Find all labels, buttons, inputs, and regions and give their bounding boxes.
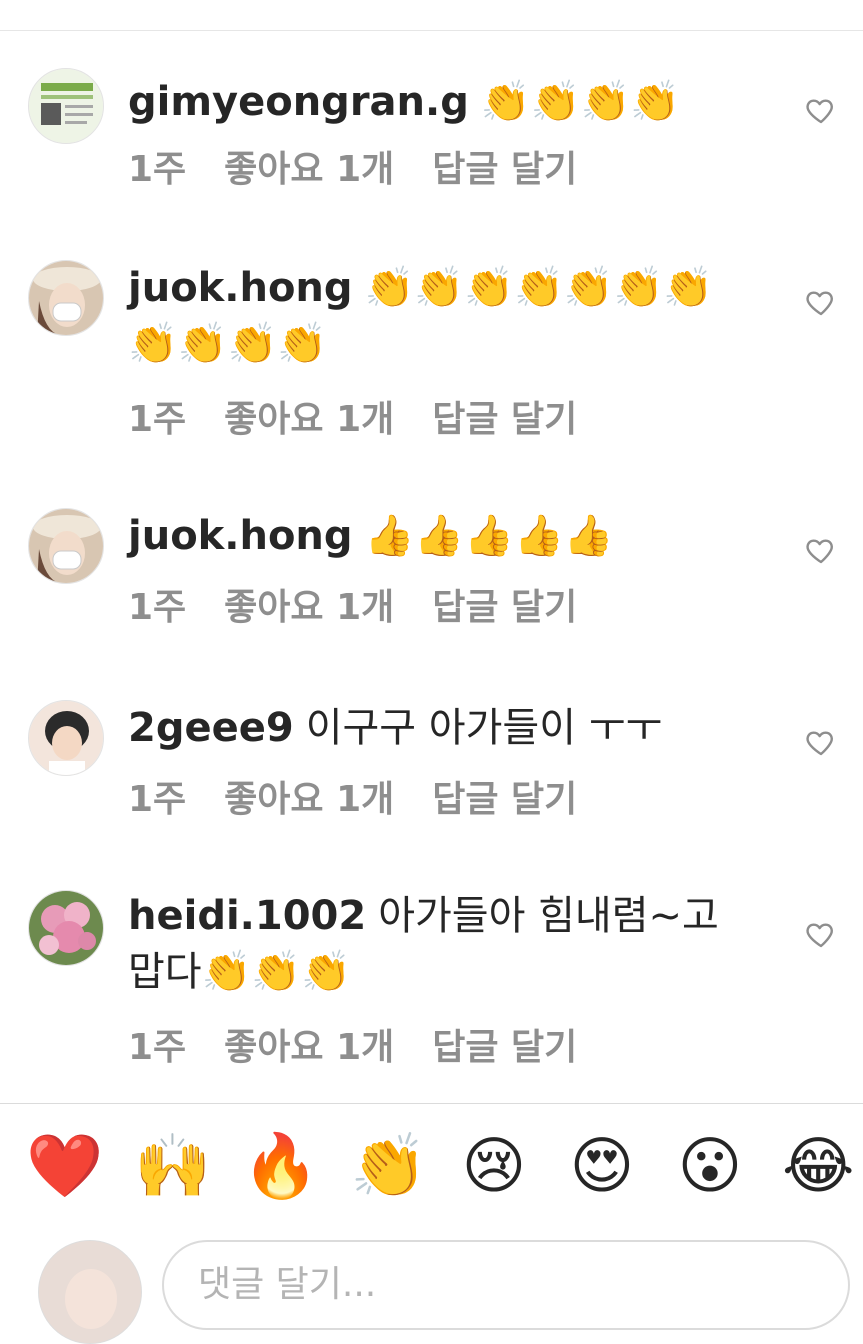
comment-input[interactable]: 댓글 달기... (162, 1240, 850, 1330)
avatar[interactable] (28, 68, 104, 144)
reaction-raised-hands-icon[interactable]: 🙌 (134, 1130, 211, 1202)
reaction-heart-eyes-icon[interactable]: 😍 (566, 1130, 638, 1202)
reaction-clap-icon[interactable]: 👏 (350, 1130, 427, 1202)
avatar-image (29, 69, 103, 143)
comment-body: 2geee9 이구구 아가들이 ㅜㅜ (128, 700, 738, 756)
reply-button[interactable]: 답글 달기 (432, 779, 577, 820)
comment-time: 1주 (128, 587, 187, 628)
avatar[interactable] (28, 260, 104, 336)
reactions-divider (0, 1103, 863, 1104)
quick-reaction-bar: ❤️ 🙌 🔥 👏 😢 😍 😮 😂 (0, 1130, 863, 1210)
reply-button[interactable]: 답글 달기 (432, 149, 577, 190)
heart-outline-icon[interactable] (805, 286, 837, 318)
reply-button[interactable]: 답글 달기 (432, 587, 577, 628)
comment-text: 👏👏👏👏 (480, 79, 681, 125)
comment-likes[interactable]: 좋아요 1개 (224, 1027, 394, 1068)
reaction-laugh-icon[interactable]: 😂 (782, 1130, 854, 1202)
comment-text: 이구구 아가들이 ㅜㅜ (305, 705, 663, 751)
comment-username[interactable]: 2geee9 (128, 705, 294, 751)
avatar[interactable] (28, 700, 104, 776)
avatar-image (29, 509, 103, 583)
comment-body: juok.hong 👍👍👍👍👍 (128, 508, 738, 564)
avatar-image (29, 261, 103, 335)
comment-username[interactable]: juok.hong (128, 513, 353, 559)
comment-body: juok.hong 👏👏👏👏👏👏👏👏👏👏👏 (128, 260, 738, 372)
comment-likes[interactable]: 좋아요 1개 (224, 779, 394, 820)
avatar-image (29, 701, 103, 775)
reply-button[interactable]: 답글 달기 (432, 399, 577, 440)
comment-text: 👍👍👍👍👍 (364, 513, 614, 559)
comment-time: 1주 (128, 779, 187, 820)
comment-meta: 1주 좋아요 1개 답글 달기 (128, 1018, 615, 1070)
comment-likes[interactable]: 좋아요 1개 (224, 149, 394, 190)
avatar-image (29, 891, 103, 965)
heart-outline-icon[interactable] (805, 726, 837, 758)
comment-username[interactable]: juok.hong (128, 265, 353, 311)
comment-username[interactable]: heidi.1002 (128, 893, 366, 939)
comment-likes[interactable]: 좋아요 1개 (224, 399, 394, 440)
comment-body: heidi.1002 아가들아 힘내렴~고맙다👏👏👏 (128, 888, 738, 1000)
comment-body: gimyeongran.g 👏👏👏👏 (128, 74, 738, 130)
composer-avatar-image (39, 1241, 141, 1343)
reaction-fire-icon[interactable]: 🔥 (242, 1130, 319, 1202)
reaction-cry-icon[interactable]: 😢 (458, 1130, 530, 1202)
comment-meta: 1주 좋아요 1개 답글 달기 (128, 578, 615, 630)
reaction-heart-icon[interactable]: ❤️ (26, 1130, 103, 1202)
comment-time: 1주 (128, 399, 187, 440)
avatar[interactable] (28, 890, 104, 966)
comment-time: 1주 (128, 149, 187, 190)
comment-likes[interactable]: 좋아요 1개 (224, 587, 394, 628)
heart-outline-icon[interactable] (805, 94, 837, 126)
heart-outline-icon[interactable] (805, 534, 837, 566)
comment-time: 1주 (128, 1027, 187, 1068)
comment-username[interactable]: gimyeongran.g (128, 79, 469, 125)
top-divider (0, 30, 863, 31)
comment-meta: 1주 좋아요 1개 답글 달기 (128, 390, 615, 442)
composer-avatar (38, 1240, 142, 1344)
avatar[interactable] (28, 508, 104, 584)
comment-meta: 1주 좋아요 1개 답글 달기 (128, 770, 615, 822)
reaction-surprised-icon[interactable]: 😮 (674, 1130, 746, 1202)
comment-meta: 1주 좋아요 1개 답글 달기 (128, 140, 615, 192)
reply-button[interactable]: 답글 달기 (432, 1027, 577, 1068)
heart-outline-icon[interactable] (805, 918, 837, 950)
